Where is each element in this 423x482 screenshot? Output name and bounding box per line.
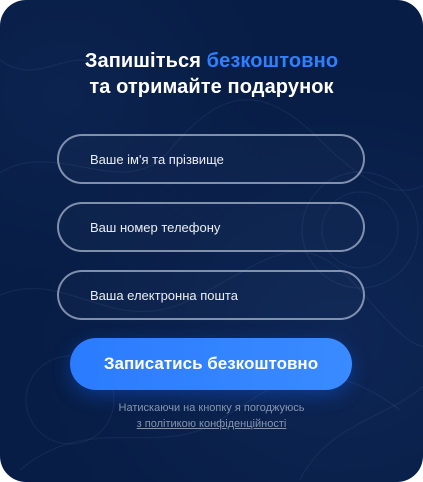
phone-input[interactable] [57, 202, 365, 252]
signup-card: Запишіться безкоштовно та отримайте пода… [0, 0, 423, 482]
name-input[interactable] [57, 134, 365, 184]
title-accent: безкоштовно [206, 50, 339, 72]
consent-text: Натискаючи на кнопку я погоджуюсь [118, 402, 305, 414]
form-title: Запишіться безкоштовно та отримайте пода… [0, 48, 423, 100]
privacy-policy-link[interactable]: з політикою конфіденційності [137, 418, 287, 430]
consent-note: Натискаючи на кнопку я погоджуюсь з полі… [0, 400, 423, 432]
title-part-2: та отримайте подарунок [89, 76, 334, 98]
title-part-1: Запишіться [84, 50, 207, 72]
submit-button[interactable]: Записатись безкоштовно [70, 338, 352, 390]
email-input[interactable] [57, 270, 365, 320]
